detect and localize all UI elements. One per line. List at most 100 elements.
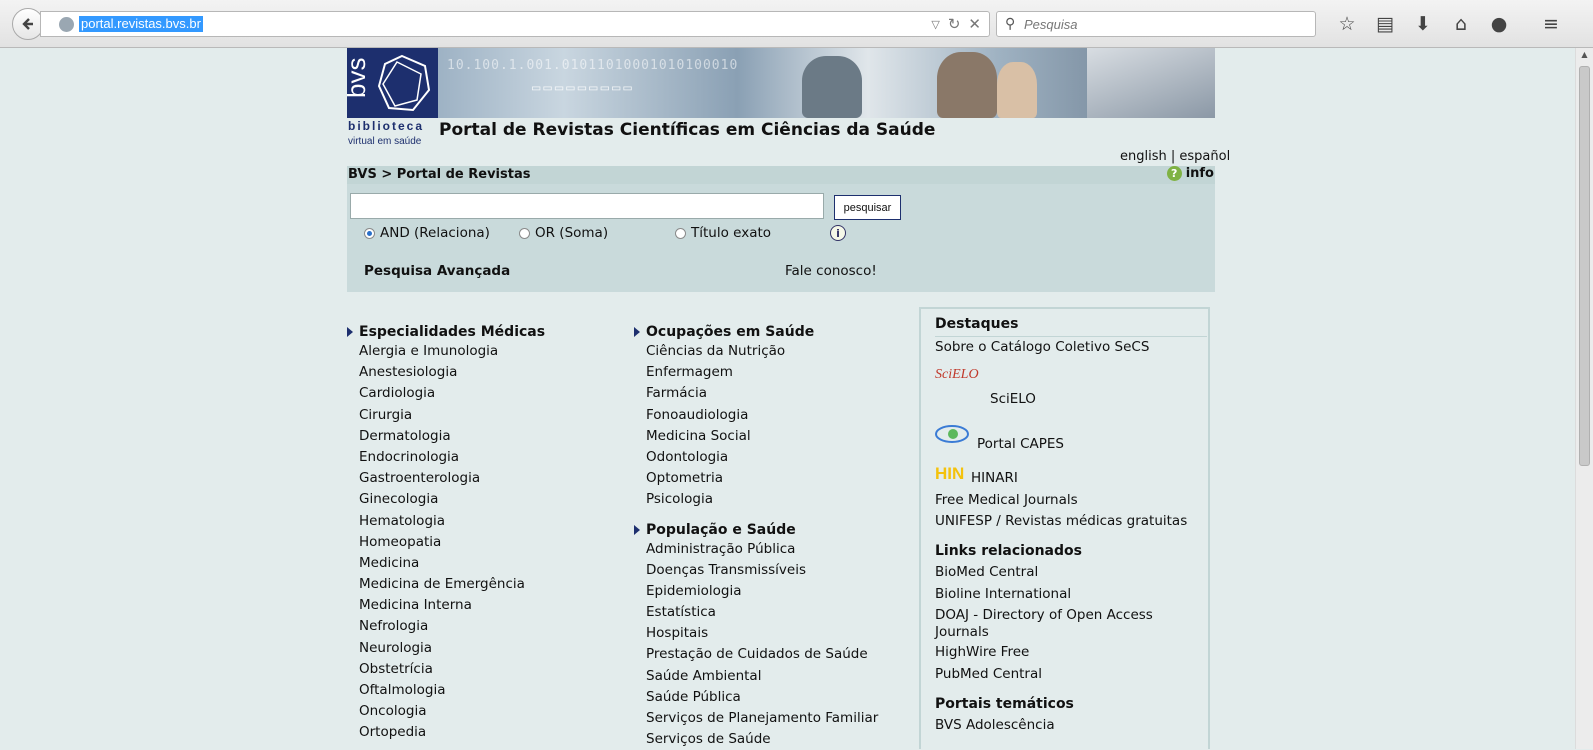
scroll-up-icon[interactable]: ▲ [1576, 50, 1593, 64]
specialty-item[interactable]: Medicina Interna [359, 595, 545, 616]
scielo-logo-icon[interactable]: SciELO [935, 367, 979, 383]
stop-icon[interactable]: ✕ [968, 15, 981, 33]
population-item[interactable]: Saúde Ambiental [646, 666, 878, 687]
dropdown-icon[interactable]: ▽ [931, 15, 939, 33]
occupation-item[interactable]: Fonoaudiologia [646, 405, 878, 426]
radio-or[interactable]: OR (Soma) [519, 225, 608, 241]
occupation-item[interactable]: Farmácia [646, 383, 878, 404]
hinari-link[interactable]: HINARI [971, 470, 1018, 486]
population-item[interactable]: Saúde Pública [646, 687, 878, 708]
radio-or-icon[interactable] [519, 228, 530, 239]
specialty-item[interactable]: Oncologia [359, 701, 545, 722]
population-item[interactable]: Prestação de Cuidados de Saúde [646, 644, 878, 665]
radio-title-icon[interactable] [675, 228, 686, 239]
chat-icon[interactable]: ● [1480, 10, 1518, 38]
banner-person-2 [937, 52, 997, 118]
link-bioline[interactable]: Bioline International [935, 586, 1071, 602]
specialty-item[interactable]: Cardiologia [359, 383, 545, 404]
divider [935, 336, 1207, 337]
url-text[interactable]: portal.revistas.bvs.br [79, 16, 203, 32]
link-pubmed[interactable]: PubMed Central [935, 666, 1042, 682]
link-highwire[interactable]: HighWire Free [935, 644, 1029, 660]
population-item[interactable]: Epidemiologia [646, 581, 878, 602]
search-button[interactable]: pesquisar [834, 195, 901, 220]
specialty-item[interactable]: Homeopatia [359, 532, 545, 553]
logo-text: bvs [347, 58, 371, 98]
radio-title-label: Título exato [691, 225, 771, 241]
capes-link[interactable]: Portal CAPES [977, 436, 1064, 452]
contact-link[interactable]: Fale conosco! [785, 263, 877, 279]
specialty-item[interactable]: Ortopedia [359, 722, 545, 743]
population-item[interactable]: Doenças Transmissíveis [646, 560, 878, 581]
radio-title[interactable]: Título exato [675, 225, 771, 241]
related-links-title: Links relacionados [935, 543, 1082, 559]
specialty-item[interactable]: Medicina [359, 553, 545, 574]
hinari-logo-icon[interactable]: HIN [935, 464, 964, 484]
download-icon[interactable]: ⬇ [1404, 10, 1442, 38]
scroll-thumb[interactable] [1579, 66, 1590, 466]
occupation-item[interactable]: Enfermagem [646, 362, 878, 383]
link-bvs-adolescencia[interactable]: BVS Adolescência [935, 717, 1055, 733]
specialty-item[interactable]: Ginecologia [359, 489, 545, 510]
home-icon[interactable]: ⌂ [1442, 10, 1480, 38]
info-icon[interactable]: i [830, 225, 846, 241]
population-item[interactable]: Serviços de Planejamento Familiar [646, 708, 878, 729]
specialty-item[interactable]: Cirurgia [359, 405, 545, 426]
specialty-item[interactable]: Anestesiologia [359, 362, 545, 383]
link-biomed[interactable]: BioMed Central [935, 564, 1038, 580]
specialty-item[interactable]: Endocrinologia [359, 447, 545, 468]
free-medical-link[interactable]: Free Medical Journals [935, 492, 1078, 508]
menu-icon[interactable]: ≡ [1532, 10, 1570, 38]
reading-list-icon[interactable]: ▤ [1366, 10, 1404, 38]
occupation-item[interactable]: Medicina Social [646, 426, 878, 447]
star-icon[interactable]: ☆ [1328, 10, 1366, 38]
reload-icon[interactable]: ↻ [948, 15, 961, 33]
specialty-item[interactable]: Obstetrícia [359, 659, 545, 680]
unifesp-link[interactable]: UNIFESP / Revistas médicas gratuitas [935, 513, 1187, 529]
specialty-item[interactable]: Neurologia [359, 638, 545, 659]
radio-or-label: OR (Soma) [535, 225, 608, 241]
occupation-item[interactable]: Odontologia [646, 447, 878, 468]
population-item[interactable]: Hospitais [646, 623, 878, 644]
link-doaj-journals[interactable]: Journals [935, 624, 989, 640]
advanced-search-link[interactable]: Pesquisa Avançada [364, 263, 510, 279]
vertical-scrollbar[interactable]: ▲ [1575, 48, 1593, 749]
info-link[interactable]: ? info [1167, 166, 1214, 181]
lang-espanol-link[interactable]: español [1179, 149, 1230, 164]
browser-search-input[interactable]: ⚲ Pesquisa [996, 11, 1316, 37]
specialty-item[interactable]: Nefrologia [359, 616, 545, 637]
banner-person-3 [997, 62, 1037, 118]
specialties-column: Especialidades Médicas Alergia e Imunolo… [359, 323, 545, 744]
lang-english-link[interactable]: english [1120, 149, 1167, 164]
virtual-label: virtual em saúde [348, 136, 421, 147]
radio-and[interactable]: AND (Relaciona) [364, 225, 490, 241]
search-input[interactable] [350, 193, 824, 219]
population-item[interactable]: Administração Pública [646, 539, 878, 560]
breadcrumb[interactable]: BVS > Portal de Revistas [348, 167, 530, 182]
specialties-title: Especialidades Médicas [359, 324, 545, 340]
specialty-item[interactable]: Gastroenterologia [359, 468, 545, 489]
occupation-item[interactable]: Ciências da Nutrição [646, 341, 878, 362]
catalog-link[interactable]: Sobre o Catálogo Coletivo SeCS [935, 339, 1149, 355]
population-heading[interactable]: População e Saúde [634, 521, 878, 539]
info-label: info [1186, 166, 1214, 181]
radio-and-icon[interactable] [364, 228, 375, 239]
specialty-item[interactable]: Hematologia [359, 511, 545, 532]
occupation-item[interactable]: Psicologia [646, 489, 878, 510]
specialties-heading[interactable]: Especialidades Médicas [347, 323, 545, 341]
population-item[interactable]: Serviços de Saúde [646, 729, 878, 750]
address-bar[interactable]: portal.revistas.bvs.br ▽ ↻ ✕ [40, 11, 990, 37]
specialty-item[interactable]: Oftalmologia [359, 680, 545, 701]
biblioteca-label: biblioteca [348, 119, 424, 133]
occupation-item[interactable]: Optometria [646, 468, 878, 489]
scielo-link[interactable]: SciELO [990, 391, 1036, 407]
population-item[interactable]: Estatística [646, 602, 878, 623]
specialty-item[interactable]: Dermatologia [359, 426, 545, 447]
link-doaj[interactable]: DOAJ - Directory of Open Access [935, 607, 1153, 623]
bvs-logo[interactable]: bvs [347, 48, 438, 118]
highlights-box: Destaques Sobre o Catálogo Coletivo SeCS… [919, 307, 1210, 749]
capes-logo-icon[interactable] [935, 423, 969, 445]
specialty-item[interactable]: Alergia e Imunologia [359, 341, 545, 362]
occupations-heading[interactable]: Ocupações em Saúde [634, 323, 878, 341]
specialty-item[interactable]: Medicina de Emergência [359, 574, 545, 595]
